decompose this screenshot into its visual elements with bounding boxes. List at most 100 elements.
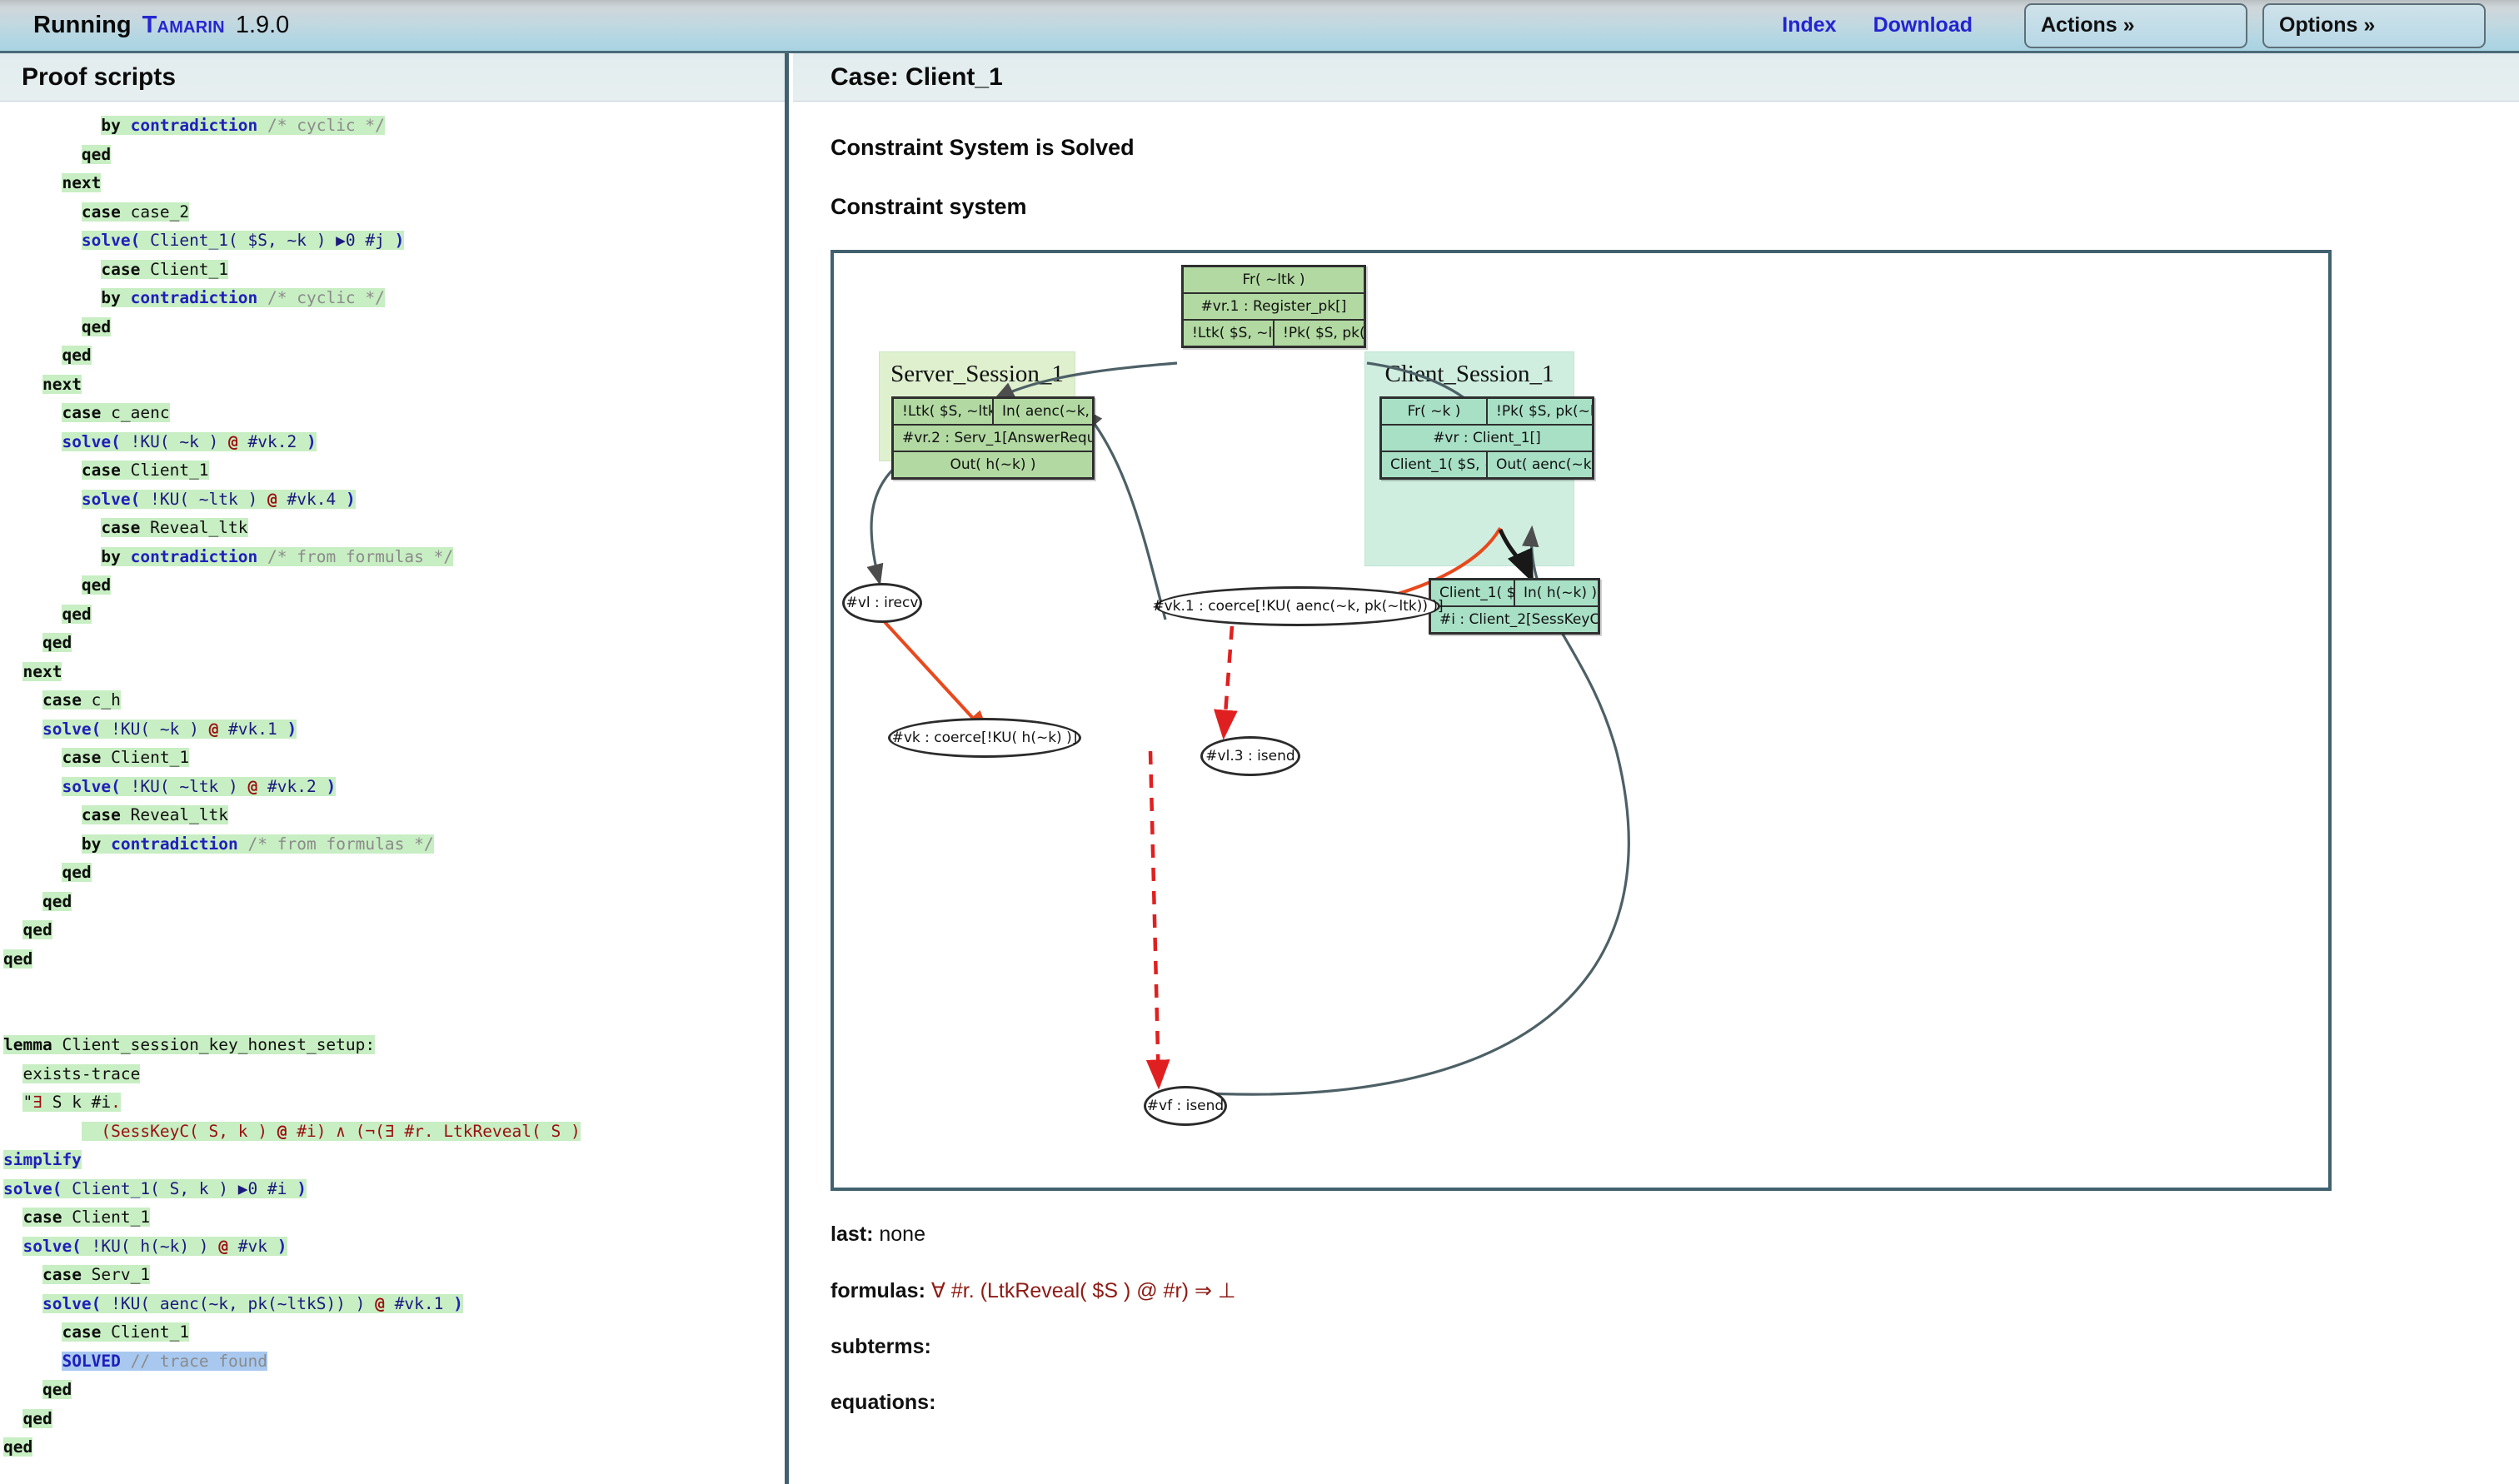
proof-script-line[interactable]: lemma Client_session_key_honest_setup: (0, 1031, 785, 1060)
proof-script-line[interactable]: solve( Client_1( S, k ) ▶0 #i ) (0, 1175, 785, 1204)
rule-node-client-2[interactable]: Client_1( $S, ~k ) In( h(~k) ) #i : Clie… (1429, 578, 1600, 635)
proof-script-line[interactable]: case Client_1 (0, 456, 785, 486)
proof-script-segment[interactable]: simplify (3, 1150, 82, 1169)
proof-script-segment[interactable]: qed (62, 863, 92, 882)
proof-script-line[interactable]: solve( !KU( ~ltk ) @ #vk.2 ) (0, 773, 785, 802)
proof-script-segment[interactable]: solve( Client_1( S, k ) ▶0 #i ) (3, 1178, 307, 1198)
proof-script-segment[interactable]: case c_h (42, 690, 121, 710)
proof-script-segment[interactable]: qed (62, 604, 92, 624)
proof-script-line[interactable]: solve( !KU( aenc(~k, pk(~ltkS)) ) @ #vk.… (0, 1290, 785, 1319)
proof-script-segment[interactable]: case case_2 (81, 202, 190, 222)
proof-script-line[interactable]: qed (0, 1433, 785, 1462)
proof-script-line[interactable]: case Client_1 (0, 256, 785, 285)
proof-script-line[interactable]: qed (0, 888, 785, 917)
proof-script-line[interactable]: qed (0, 341, 785, 371)
proof-script-line[interactable]: case Client_1 (0, 1318, 785, 1347)
proof-script-line[interactable]: SOLVED // trace found (0, 1347, 785, 1377)
proof-script-line[interactable]: case Reveal_ltk (0, 801, 785, 830)
index-link[interactable]: Index (1782, 13, 1836, 37)
proof-script-line[interactable]: next (0, 169, 785, 198)
proof-script-line[interactable]: solve( !KU( ~ltk ) @ #vk.4 ) (0, 486, 785, 515)
proof-script-segment[interactable]: qed (81, 575, 112, 595)
proof-script-segment[interactable]: qed (3, 1437, 33, 1457)
proof-script-segment[interactable]: qed (62, 346, 92, 365)
proof-script-line[interactable]: solve( !KU( ~k ) @ #vk.2 ) (0, 428, 785, 457)
proof-script-segment[interactable]: solve( !KU( ~k ) @ #vk.2 ) (62, 431, 317, 451)
proof-script-line[interactable]: qed (0, 313, 785, 342)
proof-script-line[interactable]: case Reveal_ltk (0, 514, 785, 543)
proof-script-segment[interactable]: case Client_1 (62, 748, 190, 767)
proof-script-segment[interactable]: case Client_1 (22, 1208, 151, 1227)
proof-script-segment[interactable]: next (62, 173, 102, 192)
graph-node-vk1-coerce-aenc[interactable]: #vk.1 : coerce[!KU( aenc(~k, pk(~ltk)) )… (1152, 586, 1444, 626)
proof-script-line[interactable]: solve( !KU( h(~k) ) @ #vk ) (0, 1233, 785, 1262)
proof-script-line[interactable]: case Client_1 (0, 744, 785, 773)
proof-script-line[interactable]: qed (0, 629, 785, 658)
proof-script-segment[interactable]: case Serv_1 (42, 1265, 151, 1284)
proof-script-line[interactable]: simplify (0, 1146, 785, 1175)
proof-script-segment[interactable]: by contradiction /* cyclic */ (101, 288, 385, 307)
proof-script-segment[interactable]: "∃ S k #i. (22, 1093, 121, 1112)
proof-script-line[interactable] (0, 974, 785, 1003)
proof-script-segment[interactable]: qed (22, 920, 52, 939)
constraint-graph[interactable]: Server_Session_1 Client_Session_1 Fr(~l… (831, 250, 2332, 1191)
proof-script-segment[interactable]: solve( !KU( aenc(~k, pk(~ltkS)) ) @ #vk.… (42, 1293, 463, 1313)
proof-script-segment[interactable]: case Reveal_ltk (81, 805, 229, 824)
proof-script-line[interactable] (0, 1003, 785, 1032)
proof-script-line[interactable]: (SessKeyC( S, k ) @ #i) ∧ (¬(∃ #r. LtkRe… (0, 1118, 785, 1147)
proof-script-line[interactable] (0, 1462, 785, 1484)
proof-script-line[interactable]: "∃ S k #i. (0, 1088, 785, 1118)
proof-script-segment[interactable]: by contradiction /* cyclic */ (101, 116, 385, 135)
proof-script-line[interactable]: next (0, 658, 785, 687)
proof-script-segment[interactable]: case Client_1 (101, 259, 229, 279)
proof-script-line[interactable]: by contradiction /* cyclic */ (0, 284, 785, 313)
actions-button[interactable]: Actions » (2024, 2, 2247, 48)
proof-script-line[interactable]: qed (0, 1376, 785, 1405)
proof-script-segment[interactable]: case Client_1 (62, 1322, 190, 1342)
graph-node-vk-coerce-h[interactable]: #vk : coerce[!KU( h(~k) )] (888, 718, 1081, 758)
proof-script-line[interactable]: qed (0, 1405, 785, 1434)
proof-script-line[interactable]: case c_h (0, 686, 785, 715)
proof-script-segment[interactable]: qed (42, 633, 72, 652)
proof-script-segment[interactable]: by contradiction /* from formulas */ (101, 546, 454, 566)
proof-script-line[interactable]: case c_aenc (0, 399, 785, 428)
proof-script-segment[interactable]: next (42, 374, 82, 394)
proof-script-segment[interactable]: qed (81, 144, 112, 164)
proof-script-segment[interactable]: case Client_1 (81, 461, 209, 480)
proof-script-segment[interactable]: by contradiction /* from formulas */ (81, 834, 434, 854)
proof-script-body[interactable]: by contradiction /* cyclic */ qed next c… (0, 102, 785, 1484)
proof-script-segment[interactable]: exists-trace (22, 1063, 141, 1083)
proof-script-line[interactable]: qed (0, 141, 785, 170)
options-button[interactable]: Options » (2262, 2, 2486, 48)
proof-script-segment[interactable]: qed (3, 949, 33, 969)
proof-script-segment[interactable]: qed (42, 1380, 72, 1399)
proof-script-line[interactable]: next (0, 371, 785, 400)
proof-script-segment[interactable]: solve( !KU( h(~k) ) @ #vk ) (22, 1236, 287, 1256)
rule-node-serv-1[interactable]: !Ltk( $S, ~ltk ) In( aenc(~k, pk(~ltk)) … (891, 396, 1095, 480)
proof-script-segment[interactable]: solve( !KU( ~ltk ) @ #vk.4 ) (81, 489, 356, 509)
proof-script-line[interactable]: solve( Client_1( $S, ~k ) ▶0 #j ) (0, 227, 785, 256)
graph-node-vl-irecv[interactable]: #vl : irecv (842, 583, 922, 623)
proof-script-segment[interactable]: case Reveal_ltk (101, 518, 248, 537)
rule-node-register-pk[interactable]: Fr( ~ltk ) #vr.1 : Register_pk[] !Ltk( $… (1181, 265, 1366, 348)
proof-script-segment[interactable]: (SessKeyC( S, k ) @ #i) ∧ (¬(∃ #r. LtkRe… (81, 1121, 581, 1141)
proof-script-segment[interactable]: case c_aenc (62, 403, 170, 422)
download-link[interactable]: Download (1873, 13, 1973, 37)
rule-node-client-1[interactable]: Fr( ~k ) !Pk( $S, pk(~ltk) ) #vr : Clien… (1379, 396, 1594, 480)
proof-script-line[interactable]: by contradiction /* from formulas */ (0, 830, 785, 859)
proof-script-segment[interactable]: SOLVED // trace found (62, 1351, 268, 1371)
proof-script-line[interactable]: by contradiction /* cyclic */ (0, 112, 785, 141)
proof-script-segment[interactable]: qed (81, 316, 112, 336)
proof-script-segment[interactable]: solve( Client_1( $S, ~k ) ▶0 #j ) (81, 231, 405, 250)
proof-script-line[interactable]: solve( !KU( ~k ) @ #vk.1 ) (0, 715, 785, 744)
proof-script-line[interactable]: by contradiction /* from formulas */ (0, 543, 785, 572)
proof-script-line[interactable]: case case_2 (0, 198, 785, 227)
graph-node-vf-isend[interactable]: #vf : isend (1144, 1086, 1227, 1126)
proof-script-line[interactable]: qed (0, 916, 785, 945)
graph-node-vl3-isend[interactable]: #vl.3 : isend (1200, 736, 1300, 776)
proof-script-segment[interactable]: qed (42, 891, 72, 911)
proof-script-line[interactable]: qed (0, 945, 785, 974)
proof-script-segment[interactable]: solve( !KU( ~ltk ) @ #vk.2 ) (62, 776, 337, 796)
proof-script-line[interactable]: qed (0, 600, 785, 630)
proof-script-segment[interactable]: lemma Client_session_key_honest_setup: (3, 1035, 376, 1054)
